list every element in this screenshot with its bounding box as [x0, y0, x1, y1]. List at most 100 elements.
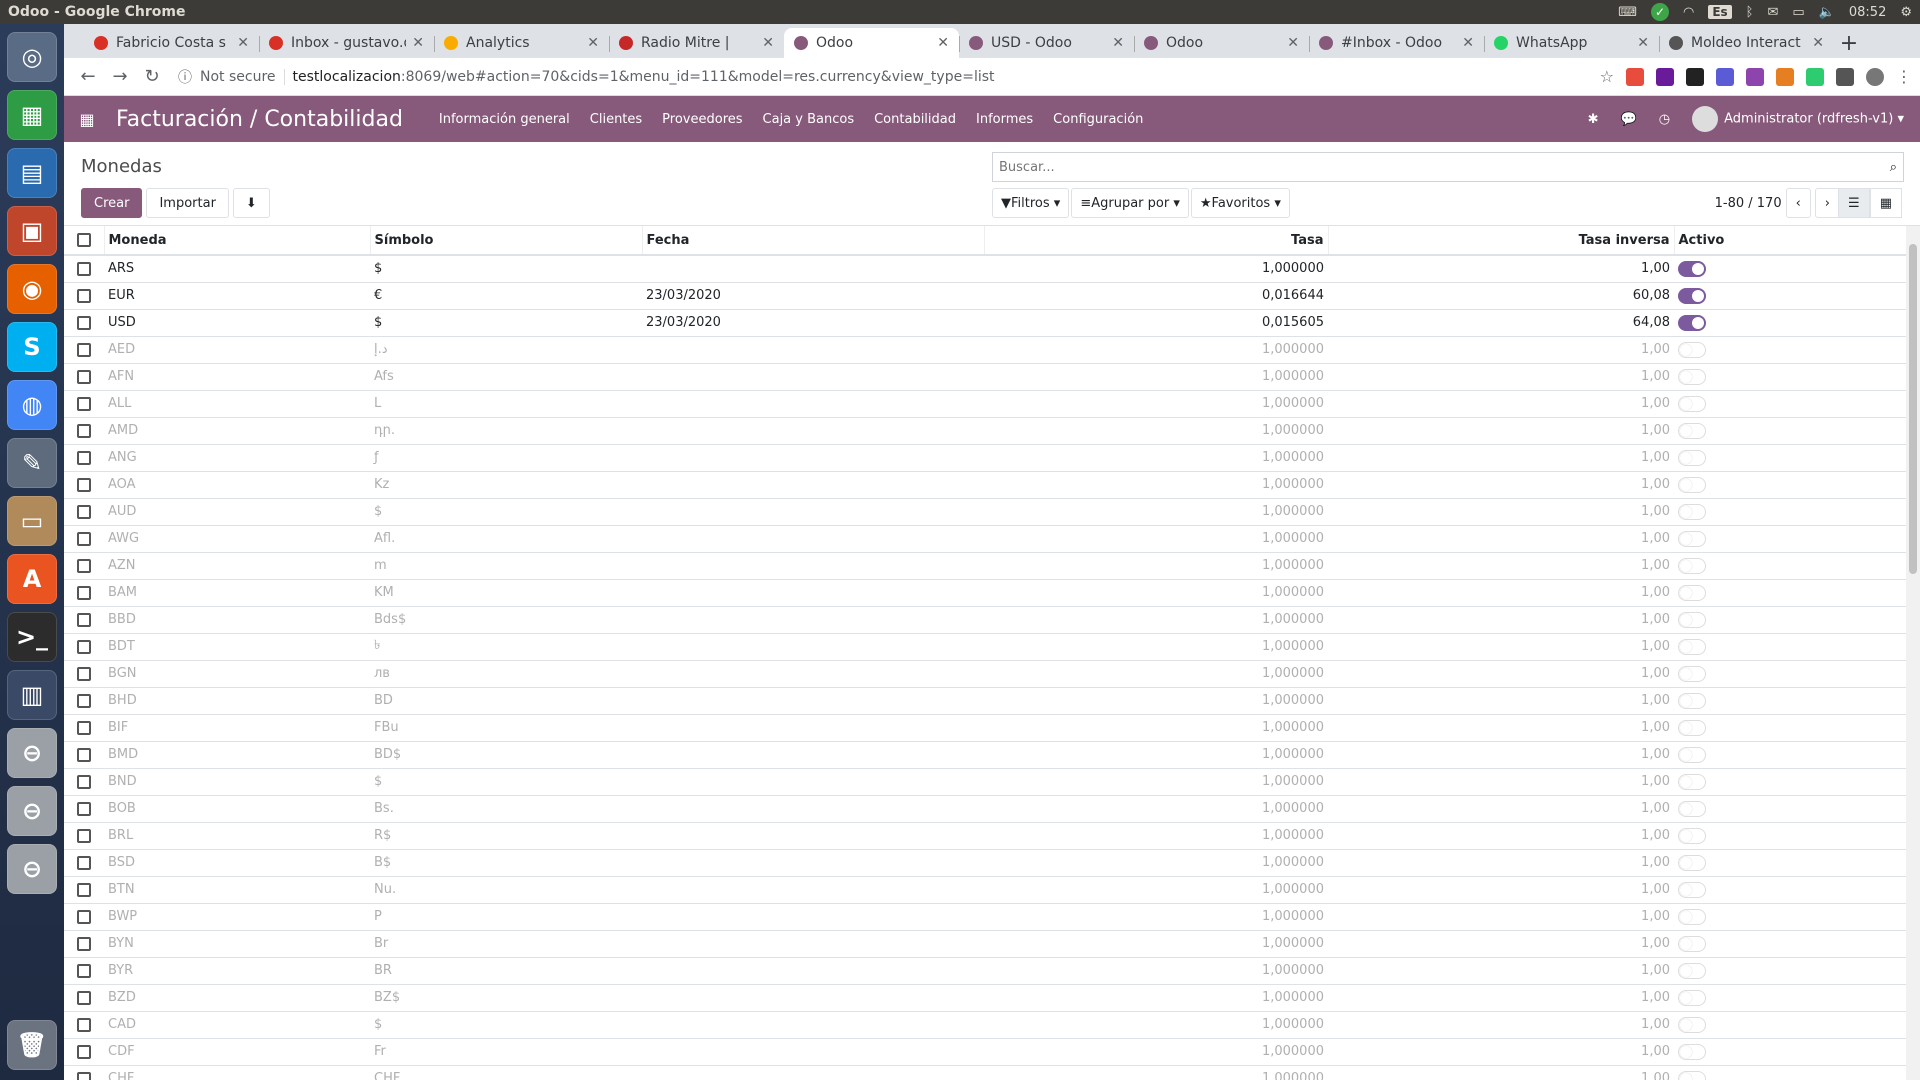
search-icon[interactable]: ⌕ [1890, 160, 1897, 175]
mail-icon[interactable]: ✉ [1767, 5, 1778, 20]
app-title[interactable]: Facturación / Contabilidad [116, 107, 403, 132]
row-checkbox[interactable] [64, 335, 104, 363]
table-row[interactable]: BHD BD 1,000000 1,00 [64, 686, 1906, 714]
list-view-icon[interactable]: ☰ [1838, 188, 1870, 218]
table-row[interactable]: AWG Afl. 1,000000 1,00 [64, 524, 1906, 552]
active-toggle[interactable] [1678, 611, 1706, 628]
menu-item[interactable]: Información general [439, 112, 570, 127]
filters-dropdown[interactable]: ▼ Filtros ▾ [992, 188, 1070, 218]
row-checkbox[interactable] [64, 1037, 104, 1065]
extension-icon[interactable] [1656, 67, 1674, 86]
messages-chat-icon[interactable]: 💬 [1621, 112, 1637, 127]
row-checkbox[interactable] [64, 848, 104, 876]
browser-tab[interactable]: WhatsApp ✕ [1484, 28, 1659, 58]
menu-item[interactable]: Clientes [590, 112, 642, 127]
firefox-icon[interactable]: ◉ [7, 264, 57, 314]
active-toggle[interactable] [1678, 260, 1706, 277]
row-checkbox[interactable] [64, 362, 104, 390]
extension-icon[interactable] [1806, 67, 1824, 86]
row-checkbox[interactable] [64, 659, 104, 687]
profile-avatar[interactable] [1866, 67, 1884, 86]
new-tab-plus-icon[interactable]: + [1834, 28, 1864, 58]
table-row[interactable]: BTN Nu. 1,000000 1,00 [64, 875, 1906, 903]
active-toggle[interactable] [1678, 827, 1706, 844]
pager-value[interactable]: 1-80 / 170 [1715, 196, 1782, 211]
table-row[interactable]: BDT ৳ 1,000000 1,00 [64, 632, 1906, 660]
extension-icon[interactable] [1776, 67, 1794, 86]
active-toggle[interactable] [1678, 1043, 1706, 1060]
table-row[interactable]: AFN Afs 1,000000 1,00 [64, 362, 1906, 390]
debug-bug-icon[interactable]: ✱ [1588, 112, 1599, 127]
row-checkbox[interactable] [64, 470, 104, 498]
row-checkbox[interactable] [64, 281, 104, 309]
table-row[interactable]: ARS $1,000000 1,00 [64, 254, 1906, 282]
workspace-switcher-icon[interactable]: ▥ [7, 670, 57, 720]
row-checkbox[interactable] [64, 551, 104, 579]
address-bar[interactable]: ⓘ Not secure testlocalizacion:8069/web#a… [178, 62, 1590, 92]
active-toggle[interactable] [1678, 1070, 1706, 1080]
active-toggle[interactable] [1678, 314, 1706, 331]
active-toggle[interactable] [1678, 908, 1706, 925]
column-header[interactable]: Moneda [104, 226, 371, 256]
kanban-view-icon[interactable]: ▦ [1869, 188, 1902, 218]
table-row[interactable]: USD $23/03/2020 0,015605 64,08 [64, 308, 1906, 336]
row-checkbox[interactable] [64, 443, 104, 471]
table-row[interactable]: BOB Bs. 1,000000 1,00 [64, 794, 1906, 822]
info-icon[interactable]: ⓘ [178, 67, 192, 87]
tab-close-icon[interactable]: ✕ [1112, 35, 1124, 51]
table-row[interactable]: AMD դր. 1,000000 1,00 [64, 416, 1906, 444]
table-row[interactable]: AED د.إ 1,000000 1,00 [64, 335, 1906, 363]
language-indicator[interactable]: Es [1708, 5, 1732, 19]
row-checkbox[interactable] [64, 983, 104, 1011]
row-checkbox[interactable] [64, 578, 104, 606]
drive-icon[interactable]: ⊖ [7, 786, 57, 836]
file-cabinet-icon[interactable]: ▭ [7, 496, 57, 546]
browser-tab[interactable]: Moldeo Interact ✕ [1659, 28, 1834, 58]
tab-close-icon[interactable]: ✕ [412, 35, 424, 51]
groupby-dropdown[interactable]: ≡ Agrupar por ▾ [1071, 188, 1189, 218]
active-toggle[interactable] [1678, 935, 1706, 952]
row-checkbox[interactable] [64, 1064, 104, 1080]
column-header[interactable]: Activo [1674, 226, 1906, 256]
table-row[interactable]: BMD BD$ 1,000000 1,00 [64, 740, 1906, 768]
active-toggle[interactable] [1678, 395, 1706, 412]
row-checkbox[interactable] [64, 713, 104, 741]
active-toggle[interactable] [1678, 341, 1706, 358]
extension-icon[interactable] [1626, 67, 1644, 86]
spreadsheet-icon[interactable]: ▦ [7, 90, 57, 140]
row-checkbox[interactable] [64, 254, 104, 282]
menu-item[interactable]: Caja y Bancos [763, 112, 855, 127]
bluetooth-icon[interactable]: ᛒ [1746, 5, 1754, 20]
active-toggle[interactable] [1678, 503, 1706, 520]
active-toggle[interactable] [1678, 557, 1706, 574]
search-bar[interactable]: ⌕ [992, 152, 1904, 182]
row-checkbox[interactable] [64, 956, 104, 984]
tab-close-icon[interactable]: ✕ [587, 35, 599, 51]
column-header[interactable]: Símbolo [370, 226, 643, 256]
table-row[interactable]: BZD BZ$ 1,000000 1,00 [64, 983, 1906, 1011]
table-row[interactable]: CAD $1,000000 1,00 [64, 1010, 1906, 1038]
table-row[interactable]: BGN лв 1,000000 1,00 [64, 659, 1906, 687]
column-header[interactable]: Tasa inversa [1328, 226, 1675, 256]
browser-tab[interactable]: Radio Mitre | ✕ [609, 28, 784, 58]
bookmark-star-icon[interactable]: ☆ [1600, 67, 1614, 86]
table-row[interactable]: ANG ƒ 1,000000 1,00 [64, 443, 1906, 471]
extension-icon[interactable] [1836, 67, 1854, 86]
table-row[interactable]: ALL L 1,000000 1,00 [64, 389, 1906, 417]
tab-close-icon[interactable]: ✕ [237, 35, 249, 51]
system-settings-icon[interactable]: ✎ [7, 438, 57, 488]
browser-tab[interactable]: #Inbox - Odoo ✕ [1309, 28, 1484, 58]
browser-tab[interactable]: Odoo ✕ [784, 28, 959, 58]
favorites-dropdown[interactable]: ★ Favoritos ▾ [1190, 188, 1290, 218]
trash-icon[interactable]: 🗑 [7, 1020, 57, 1070]
row-checkbox[interactable] [64, 875, 104, 903]
table-row[interactable]: CDF Fr 1,000000 1,00 [64, 1037, 1906, 1065]
active-toggle[interactable] [1678, 746, 1706, 763]
row-checkbox[interactable] [64, 632, 104, 660]
table-row[interactable]: BRL R$ 1,000000 1,00 [64, 821, 1906, 849]
browser-menu-icon[interactable]: ⋮ [1896, 67, 1912, 86]
table-row[interactable]: BWP P 1,000000 1,00 [64, 902, 1906, 930]
row-checkbox[interactable] [64, 929, 104, 957]
chrome-icon[interactable]: ◍ [7, 380, 57, 430]
row-checkbox[interactable] [64, 686, 104, 714]
